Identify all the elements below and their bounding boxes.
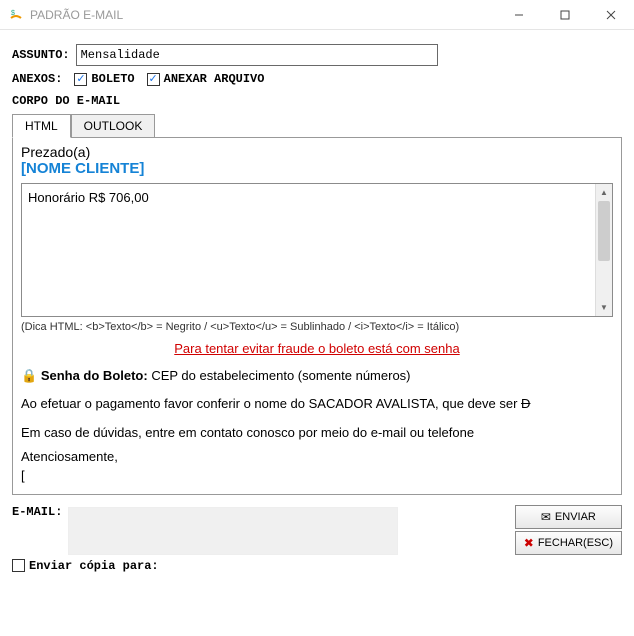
tab-outlook[interactable]: OUTLOOK	[71, 114, 156, 138]
scroll-track[interactable]	[596, 201, 612, 299]
attachments-row: ANEXOS: ✓ BOLETO ✓ ANEXAR ARQUIVO	[12, 72, 622, 86]
paragraph-1: Ao efetuar o pagamento favor conferir o …	[21, 394, 613, 414]
fraud-warning-link[interactable]: Para tentar evitar fraude o boleto está …	[174, 341, 459, 356]
window-title: PADRÃO E-MAIL	[30, 8, 496, 22]
send-button-label: ENVIAR	[555, 511, 596, 523]
editor-container: Honorário R$ 706,00 ▲ ▼	[21, 183, 613, 317]
scroll-thumb[interactable]	[598, 201, 610, 261]
check-icon: ✓	[74, 73, 87, 86]
scroll-up-icon[interactable]: ▲	[596, 184, 612, 201]
checkbox-anexar[interactable]: ✓ ANEXAR ARQUIVO	[147, 72, 265, 86]
close-icon: ✖	[524, 536, 534, 550]
email-label: E-MAIL:	[12, 505, 62, 519]
checkbox-copy[interactable]	[12, 559, 25, 572]
editor-scrollbar[interactable]: ▲ ▼	[595, 184, 612, 316]
editor-textarea[interactable]: Honorário R$ 706,00	[22, 184, 595, 316]
maximize-button[interactable]	[542, 0, 588, 30]
attachments-label: ANEXOS:	[12, 72, 62, 86]
checkbox-boleto-label: BOLETO	[91, 72, 134, 86]
html-hint: (Dica HTML: <b>Texto</b> = Negrito / <u>…	[21, 321, 613, 333]
titlebar: $ PADRÃO E-MAIL	[0, 0, 634, 30]
tab-panel-html: Prezado(a) [NOME CLIENTE] Honorário R$ 7…	[12, 137, 622, 495]
close-window-button[interactable]	[588, 0, 634, 30]
checkbox-anexar-label: ANEXAR ARQUIVO	[164, 72, 265, 86]
greeting: Prezado(a)	[21, 144, 613, 160]
body-label: CORPO DO E-MAIL	[12, 94, 622, 108]
checkbox-boleto[interactable]: ✓ BOLETO	[74, 72, 134, 86]
subject-input[interactable]	[76, 44, 438, 66]
bracket-line: [	[21, 466, 613, 486]
paragraph-1-text: Ao efetuar o pagamento favor conferir o …	[21, 396, 521, 411]
send-button[interactable]: ✉ ENVIAR	[515, 505, 622, 529]
password-desc: CEP do estabelecimento (somente números)	[151, 368, 410, 383]
paragraph-1-struck: D	[521, 396, 530, 411]
paragraph-2: Em caso de dúvidas, entre em contato con…	[21, 423, 613, 443]
button-column: ✉ ENVIAR ✖ FECHAR(ESC)	[515, 505, 622, 555]
app-icon: $	[8, 7, 24, 23]
password-line: 🔒 Senha do Boleto: CEP do estabeleciment…	[21, 366, 613, 386]
bottom-section: E-MAIL: ✉ ENVIAR ✖ FECHAR(ESC)	[12, 505, 622, 555]
tab-html[interactable]: HTML	[12, 114, 71, 138]
minimize-button[interactable]	[496, 0, 542, 30]
close-button-label: FECHAR(ESC)	[538, 537, 613, 549]
check-icon: ✓	[147, 73, 160, 86]
scroll-down-icon[interactable]: ▼	[596, 299, 612, 316]
content-area: ASSUNTO: ANEXOS: ✓ BOLETO ✓ ANEXAR ARQUI…	[0, 30, 634, 581]
envelope-icon: ✉	[541, 510, 551, 524]
email-column: E-MAIL:	[12, 505, 507, 555]
subject-row: ASSUNTO:	[12, 44, 622, 66]
body-section: CORPO DO E-MAIL HTML OUTLOOK Prezado(a) …	[12, 94, 622, 495]
password-label: Senha do Boleto:	[41, 368, 148, 383]
subject-label: ASSUNTO:	[12, 48, 70, 62]
fraud-warning: Para tentar evitar fraude o boleto está …	[21, 341, 613, 356]
window-controls	[496, 0, 634, 30]
copy-row: Enviar cópia para:	[12, 559, 622, 573]
client-name-placeholder: [NOME CLIENTE]	[21, 160, 613, 177]
close-button[interactable]: ✖ FECHAR(ESC)	[515, 531, 622, 555]
email-input[interactable]	[68, 507, 398, 555]
tabs: HTML OUTLOOK	[12, 114, 622, 138]
editor-text: Honorário R$ 706,00	[28, 190, 149, 205]
lock-icon: 🔒	[21, 366, 37, 386]
copy-label: Enviar cópia para:	[29, 559, 159, 573]
atenciosamente: Atenciosamente,	[21, 447, 613, 467]
info-block: 🔒 Senha do Boleto: CEP do estabeleciment…	[21, 366, 613, 486]
